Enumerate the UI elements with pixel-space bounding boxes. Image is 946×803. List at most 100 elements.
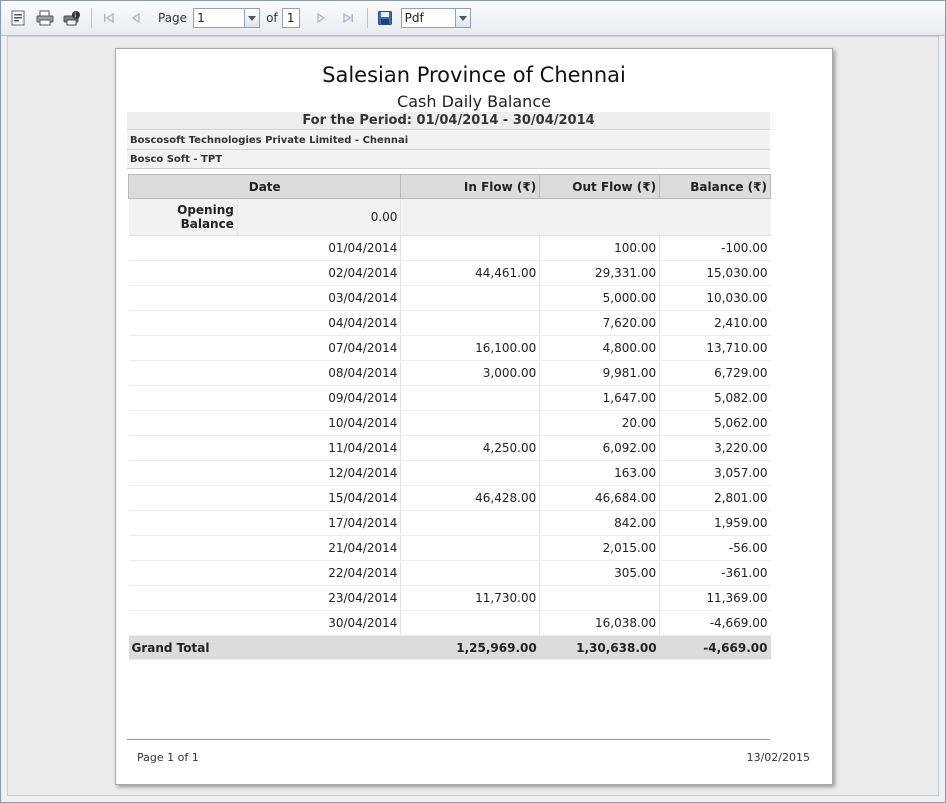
next-page-icon bbox=[316, 12, 325, 24]
last-page-button[interactable] bbox=[337, 7, 359, 29]
cell-outflow: 6,092.00 bbox=[539, 435, 661, 461]
document-map-icon bbox=[11, 10, 25, 26]
cell-outflow: 163.00 bbox=[539, 460, 661, 486]
cell-date: 12/04/2014 bbox=[128, 460, 402, 486]
cell-balance: 5,062.00 bbox=[659, 410, 771, 436]
table-row: 07/04/2014 16,100.00 4,800.00 13,710.00 bbox=[128, 335, 771, 361]
print-layout-button[interactable]: i bbox=[61, 7, 83, 29]
page-selector[interactable] bbox=[193, 8, 261, 28]
cell-balance: 11,369.00 bbox=[659, 585, 771, 611]
cell-date: 09/04/2014 bbox=[128, 385, 402, 411]
of-label: of bbox=[266, 11, 278, 25]
cell-outflow: 2,015.00 bbox=[539, 535, 661, 561]
print-button[interactable] bbox=[34, 7, 56, 29]
branch-name: Bosco Soft - TPT bbox=[127, 150, 770, 169]
cell-inflow bbox=[400, 610, 541, 636]
opening-balance-row: Opening Balance 0.00 bbox=[128, 198, 771, 236]
cell-outflow: 1,647.00 bbox=[539, 385, 661, 411]
cell-date: 02/04/2014 bbox=[128, 260, 402, 286]
table-row: 04/04/2014 7,620.00 2,410.00 bbox=[128, 310, 771, 336]
organization-name: Boscosoft Technologies Private Limited -… bbox=[127, 131, 770, 150]
report-page: Salesian Province of Chennai Cash Daily … bbox=[115, 48, 833, 785]
cell-outflow: 100.00 bbox=[539, 235, 661, 261]
next-page-button[interactable] bbox=[310, 7, 332, 29]
previous-page-icon bbox=[131, 12, 140, 24]
table-row: 12/04/2014 163.00 3,057.00 bbox=[128, 460, 771, 486]
table-row: 21/04/2014 2,015.00 -56.00 bbox=[128, 535, 771, 561]
cell-date: 23/04/2014 bbox=[128, 585, 402, 611]
total-pages-field bbox=[281, 8, 300, 28]
table-header-row: Date In Flow (₹) Out Flow (₹) Balance (₹… bbox=[127, 174, 771, 199]
floppy-disk-icon bbox=[377, 11, 392, 25]
table-row: 10/04/2014 20.00 5,062.00 bbox=[128, 410, 771, 436]
cell-date: 15/04/2014 bbox=[128, 485, 402, 511]
cell-inflow: 16,100.00 bbox=[400, 335, 541, 361]
grand-total-inflow: 1,25,969.00 bbox=[400, 635, 540, 660]
toolbar-separator bbox=[91, 8, 92, 28]
export-format-input[interactable] bbox=[400, 8, 455, 28]
cell-inflow bbox=[400, 410, 541, 436]
document-map-button[interactable] bbox=[7, 7, 29, 29]
cell-inflow bbox=[400, 535, 541, 561]
cell-balance: 2,410.00 bbox=[659, 310, 771, 336]
cell-balance: -4,669.00 bbox=[659, 610, 771, 636]
grand-total-label: Grand Total bbox=[128, 635, 401, 660]
report-viewer: i Page of bbox=[0, 0, 946, 803]
table-row: 09/04/2014 1,647.00 5,082.00 bbox=[128, 385, 771, 411]
cell-date: 04/04/2014 bbox=[128, 310, 402, 336]
report-viewport[interactable]: Salesian Province of Chennai Cash Daily … bbox=[7, 36, 939, 796]
chevron-down-icon[interactable] bbox=[244, 8, 261, 28]
cell-inflow bbox=[400, 385, 541, 411]
cell-outflow bbox=[539, 585, 661, 611]
table-row: 17/04/2014 842.00 1,959.00 bbox=[128, 510, 771, 536]
cell-outflow: 4,800.00 bbox=[539, 335, 661, 361]
printer-icon bbox=[36, 10, 54, 26]
chevron-down-icon[interactable] bbox=[454, 8, 471, 28]
export-format-select[interactable] bbox=[400, 8, 471, 28]
grand-total-balance: -4,669.00 bbox=[659, 635, 771, 660]
cell-inflow bbox=[400, 460, 541, 486]
cell-balance: 3,057.00 bbox=[659, 460, 771, 486]
cash-balance-table: Date In Flow (₹) Out Flow (₹) Balance (₹… bbox=[127, 174, 771, 660]
cell-balance: 15,030.00 bbox=[659, 260, 771, 286]
toolbar: i Page of bbox=[1, 1, 945, 36]
table-row: 11/04/2014 4,250.00 6,092.00 3,220.00 bbox=[128, 435, 771, 461]
cell-outflow: 7,620.00 bbox=[539, 310, 661, 336]
cell-inflow: 4,250.00 bbox=[400, 435, 541, 461]
column-header-inflow: In Flow (₹) bbox=[400, 174, 541, 199]
column-header-date: Date bbox=[127, 174, 402, 199]
cell-outflow: 29,331.00 bbox=[539, 260, 661, 286]
table-row: 30/04/2014 16,038.00 -4,669.00 bbox=[128, 610, 771, 636]
footer-page-number: Page 1 of 1 bbox=[137, 751, 199, 764]
column-header-balance: Balance (₹) bbox=[659, 174, 771, 199]
cell-inflow: 44,461.00 bbox=[400, 260, 541, 286]
cell-balance: 13,710.00 bbox=[659, 335, 771, 361]
cell-balance: 1,959.00 bbox=[659, 510, 771, 536]
report-subtitle: Cash Daily Balance bbox=[397, 92, 551, 111]
cell-date: 07/04/2014 bbox=[128, 335, 402, 361]
cell-outflow: 842.00 bbox=[539, 510, 661, 536]
cell-inflow bbox=[400, 235, 541, 261]
footer-divider bbox=[127, 739, 770, 740]
report-period: For the Period: 01/04/2014 - 30/04/2014 bbox=[127, 112, 770, 130]
first-page-button[interactable] bbox=[98, 7, 120, 29]
previous-page-button[interactable] bbox=[125, 7, 147, 29]
cell-inflow: 11,730.00 bbox=[400, 585, 541, 611]
cell-date: 11/04/2014 bbox=[128, 435, 402, 461]
cell-balance: 10,030.00 bbox=[659, 285, 771, 311]
report-title: Salesian Province of Chennai bbox=[322, 63, 626, 87]
cell-balance: 2,801.00 bbox=[659, 485, 771, 511]
table-row: 22/04/2014 305.00 -361.00 bbox=[128, 560, 771, 586]
grand-total-outflow: 1,30,638.00 bbox=[539, 635, 660, 660]
cell-date: 03/04/2014 bbox=[128, 285, 402, 311]
column-header-outflow: Out Flow (₹) bbox=[539, 174, 661, 199]
page-number-input[interactable] bbox=[193, 8, 245, 28]
cell-inflow bbox=[400, 285, 541, 311]
svg-text:i: i bbox=[74, 12, 76, 20]
cell-inflow: 46,428.00 bbox=[400, 485, 541, 511]
first-page-icon bbox=[104, 12, 114, 24]
table-row: 02/04/2014 44,461.00 29,331.00 15,030.00 bbox=[128, 260, 771, 286]
cell-outflow: 16,038.00 bbox=[539, 610, 661, 636]
table-row: 03/04/2014 5,000.00 10,030.00 bbox=[128, 285, 771, 311]
save-button[interactable] bbox=[374, 7, 396, 29]
